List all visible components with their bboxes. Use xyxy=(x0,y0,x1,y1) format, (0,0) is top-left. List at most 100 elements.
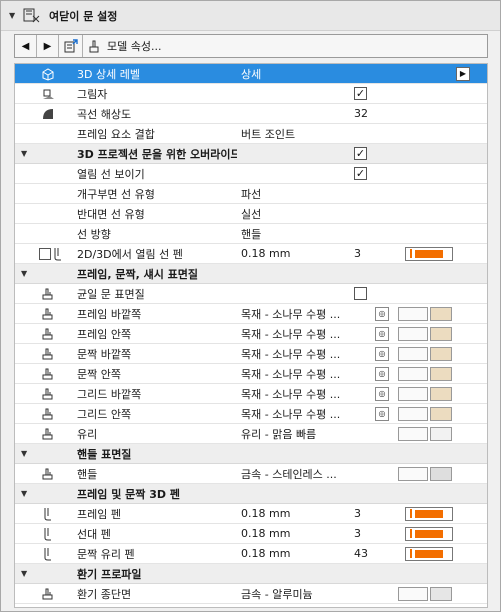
surface-preview[interactable] xyxy=(398,406,428,421)
checkbox[interactable]: ✓ xyxy=(354,147,367,160)
property-value[interactable]: 실선 xyxy=(241,206,361,222)
property-row[interactable]: 환기 종단면 금속 - 알루미늄 xyxy=(15,584,487,604)
material-picker-icon[interactable]: ◎ xyxy=(375,326,389,341)
property-value[interactable]: 버트 조인트 xyxy=(241,126,361,142)
property-row[interactable]: 3D 상세 레벨 상세 ▶ xyxy=(15,64,487,84)
property-row[interactable]: 프레임 펜 0.18 mm 3 xyxy=(15,504,487,524)
property-value[interactable]: 목재 - 소나무 수평 ... xyxy=(241,366,361,382)
pen-number[interactable]: 3 xyxy=(354,527,361,540)
scrollbar[interactable] xyxy=(490,63,500,608)
surface-color-swatch[interactable] xyxy=(430,426,452,441)
shadow-icon xyxy=(37,84,59,104)
property-value[interactable]: 파선 xyxy=(241,186,361,202)
surface-preview[interactable] xyxy=(398,426,428,441)
property-row[interactable]: 개구부면 선 유형 파선 xyxy=(15,184,487,204)
surface-color-swatch[interactable] xyxy=(430,386,452,401)
collapse-triangle-icon[interactable]: ▼ xyxy=(21,569,27,578)
surface-color-swatch[interactable] xyxy=(430,466,452,481)
surface-color-swatch[interactable] xyxy=(430,346,452,361)
material-picker-icon[interactable]: ◎ xyxy=(375,406,389,421)
collapse-triangle-icon[interactable]: ▼ xyxy=(21,269,27,278)
property-value[interactable]: 금속 - 알루미늄 xyxy=(241,586,361,602)
property-row[interactable]: 프레임 안쪽 목재 - 소나무 수평 ... ◎ xyxy=(15,324,487,344)
material-picker-icon[interactable]: ◎ xyxy=(375,346,389,361)
pen-color-swatch[interactable] xyxy=(405,246,453,261)
dropdown-arrow-icon[interactable]: ▶ xyxy=(456,66,470,81)
property-row[interactable]: 유리 유리 - 맑음 빠름 xyxy=(15,424,487,444)
property-name: 그리드 안쪽 xyxy=(77,407,132,421)
collapse-triangle-icon[interactable]: ▼ xyxy=(9,11,19,20)
material-picker-icon[interactable]: ◎ xyxy=(375,386,389,401)
property-row[interactable]: 곡선 해상도 32 xyxy=(15,104,487,124)
collapse-triangle-icon[interactable]: ▼ xyxy=(21,149,27,158)
surface-color-swatch[interactable] xyxy=(430,366,452,381)
property-row[interactable]: 선 방향 핸들 xyxy=(15,224,487,244)
property-row[interactable]: 문짝 유리 펜 0.18 mm 43 xyxy=(15,544,487,564)
property-row[interactable]: 그리드 안쪽 목재 - 소나무 수평 ... ◎ xyxy=(15,404,487,424)
property-value[interactable]: 상세 xyxy=(241,66,361,82)
material-picker-icon[interactable]: ◎ xyxy=(375,306,389,321)
property-row[interactable]: 그림자 ✓ xyxy=(15,84,487,104)
property-value[interactable]: 목재 - 소나무 수평 ... xyxy=(241,406,361,422)
section-header[interactable]: ▼ 환기 프로파일 xyxy=(15,564,487,584)
surface-preview[interactable] xyxy=(398,306,428,321)
property-row[interactable]: 문짝 바깥쪽 목재 - 소나무 수평 ... ◎ xyxy=(15,344,487,364)
surface-color-swatch[interactable] xyxy=(430,406,452,421)
surface-preview[interactable] xyxy=(398,326,428,341)
surface-preview[interactable] xyxy=(398,346,428,361)
section-header[interactable]: ▼ 3D 프로젝션 문을 위한 오버라이드 MVO ✓ xyxy=(15,144,487,164)
section-header[interactable]: ▼ 프레임 및 문짝 3D 펜 xyxy=(15,484,487,504)
surface-preview[interactable] xyxy=(398,466,428,481)
surface-color-swatch[interactable] xyxy=(430,306,452,321)
checkbox[interactable]: ✓ xyxy=(354,167,367,180)
section-header[interactable]: ▼ 프레임, 문짝, 섀시 표면질 xyxy=(15,264,487,284)
property-row[interactable]: 프레임 바깥쪽 목재 - 소나무 수평 ... ◎ xyxy=(15,304,487,324)
surface-preview[interactable] xyxy=(398,386,428,401)
pen-color-swatch[interactable] xyxy=(405,506,453,521)
property-row[interactable]: 반대면 선 유형 실선 xyxy=(15,204,487,224)
property-row[interactable]: 핸들 금속 - 스테인레스 ... xyxy=(15,464,487,484)
checkbox[interactable]: ✓ xyxy=(354,87,367,100)
pen-color-swatch[interactable] xyxy=(405,526,453,541)
property-value[interactable]: 목재 - 소나무 수평 ... xyxy=(241,386,361,402)
property-value[interactable]: 0.18 mm xyxy=(241,547,361,560)
pen-number[interactable]: 32 xyxy=(354,107,368,120)
panel-title: 여닫이 문 설정 xyxy=(49,9,118,23)
property-row[interactable]: 프레임 요소 결합 버트 조인트 xyxy=(15,124,487,144)
surface-preview[interactable] xyxy=(398,366,428,381)
material-picker-icon[interactable]: ◎ xyxy=(375,366,389,381)
panel-header[interactable]: ▼ 여닫이 문 설정 xyxy=(1,1,500,31)
property-row[interactable]: 문짝 안쪽 목재 - 소나무 수평 ... ◎ xyxy=(15,364,487,384)
property-value[interactable]: 금속 - 스테인레스 ... xyxy=(241,466,361,482)
property-row[interactable]: 열림 선 보이기 ✓ xyxy=(15,164,487,184)
property-value[interactable]: 0.18 mm xyxy=(241,507,361,520)
property-value[interactable]: 0.18 mm xyxy=(241,247,361,260)
surface-preview[interactable] xyxy=(398,586,428,601)
property-row[interactable]: 균일 문 표면질 xyxy=(15,284,487,304)
property-value[interactable]: 핸들 xyxy=(241,226,361,242)
checkbox[interactable] xyxy=(354,287,367,300)
collapse-triangle-icon[interactable]: ▼ xyxy=(21,449,27,458)
surface-color-swatch[interactable] xyxy=(430,326,452,341)
pen-number[interactable]: 3 xyxy=(354,507,361,520)
row-checkbox[interactable] xyxy=(39,247,51,260)
section-header[interactable]: ▼ 핸들 표면질 xyxy=(15,444,487,464)
transfer-settings-button[interactable] xyxy=(59,35,83,57)
property-value[interactable]: 목재 - 소나무 수평 ... xyxy=(241,326,361,342)
collapse-triangle-icon[interactable]: ▼ xyxy=(21,489,27,498)
model-attributes-button[interactable]: 모델 속성... xyxy=(83,35,487,57)
pen-number[interactable]: 43 xyxy=(354,547,368,560)
property-row[interactable]: 2D/3D에서 열림 선 펜 0.18 mm 3 xyxy=(15,244,487,264)
pen-number[interactable]: 3 xyxy=(354,247,361,260)
property-value[interactable]: 목재 - 소나무 수평 ... xyxy=(241,306,361,322)
next-button[interactable]: ▶ xyxy=(37,35,59,57)
property-name: 그리드 바깥쪽 xyxy=(77,387,142,401)
property-row[interactable]: 그리드 바깥쪽 목재 - 소나무 수평 ... ◎ xyxy=(15,384,487,404)
surface-color-swatch[interactable] xyxy=(430,586,452,601)
prev-button[interactable]: ◀ xyxy=(15,35,37,57)
property-value[interactable]: 유리 - 맑음 빠름 xyxy=(241,426,361,442)
property-row[interactable]: 선대 펜 0.18 mm 3 xyxy=(15,524,487,544)
property-value[interactable]: 목재 - 소나무 수평 ... xyxy=(241,346,361,362)
pen-color-swatch[interactable] xyxy=(405,546,453,561)
property-value[interactable]: 0.18 mm xyxy=(241,527,361,540)
